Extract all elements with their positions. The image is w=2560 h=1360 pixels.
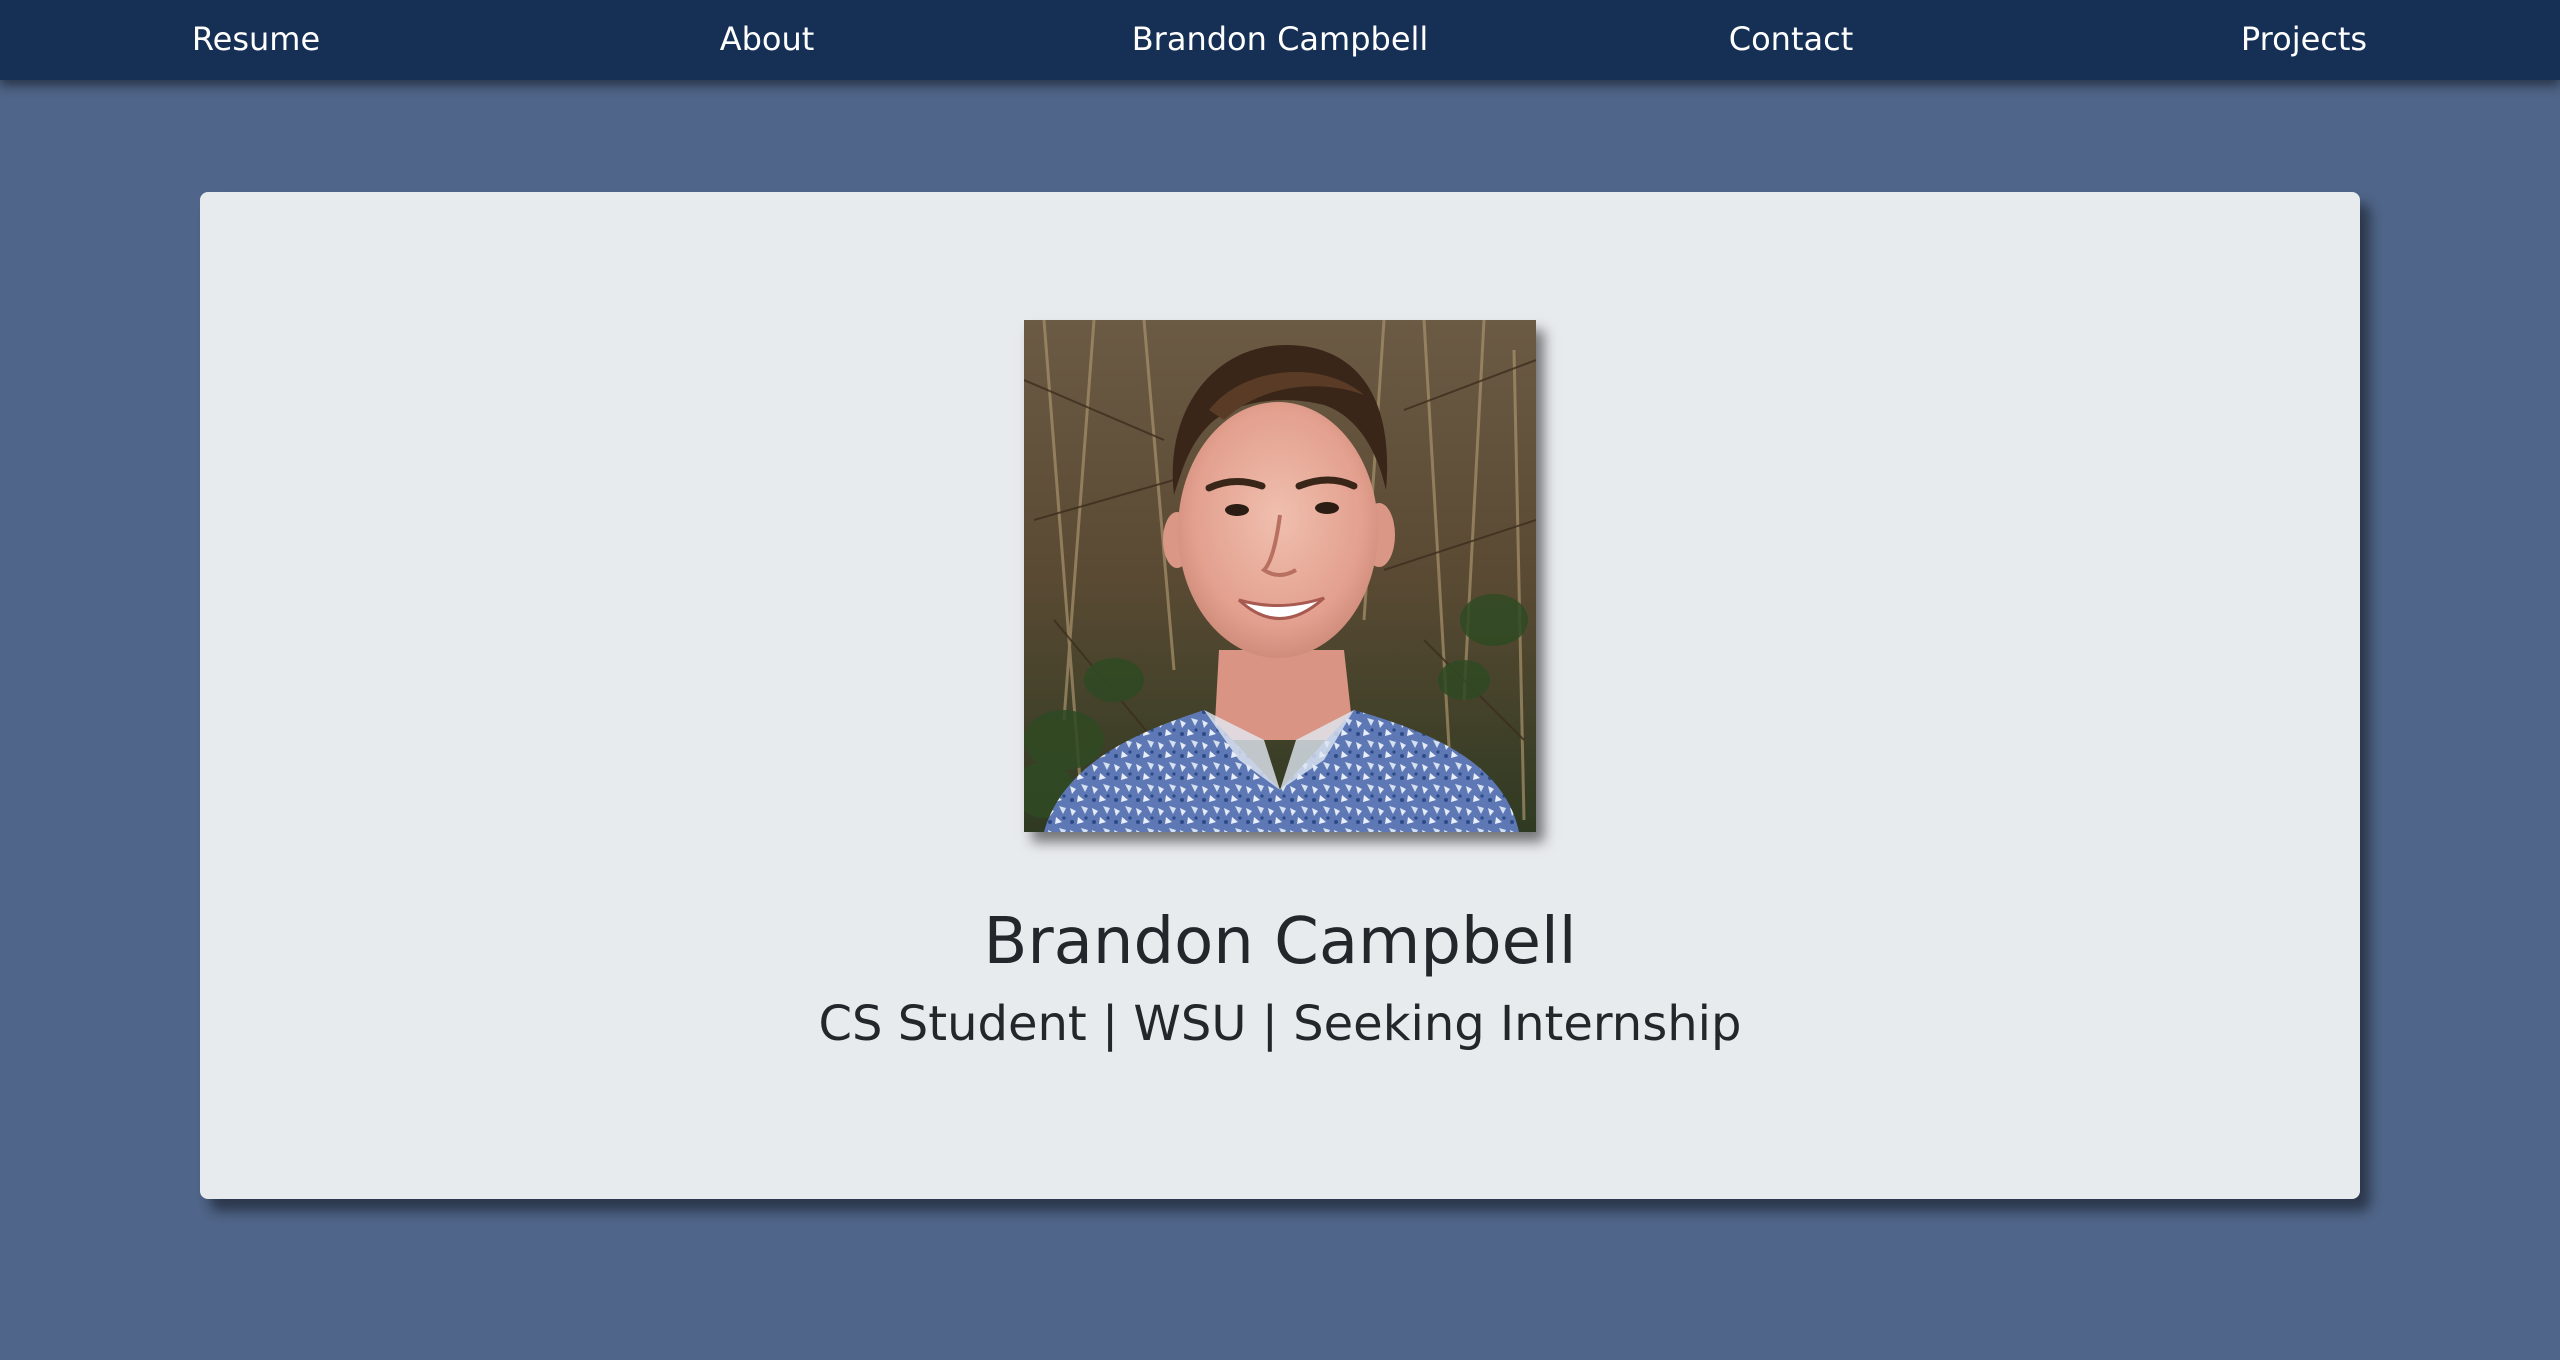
nav-link-about[interactable]: About	[720, 0, 815, 78]
profile-name: Brandon Campbell	[983, 905, 1577, 979]
nav-link-projects[interactable]: Projects	[2241, 0, 2367, 78]
profile-photo	[1024, 320, 1536, 832]
nav-link-resume[interactable]: Resume	[192, 0, 320, 78]
profile-card: Brandon Campbell CS Student | WSU | Seek…	[200, 192, 2360, 1199]
profile-tagline: CS Student | WSU | Seeking Internship	[818, 996, 1742, 1052]
top-navbar: Resume About Brandon Campbell Contact Pr…	[0, 0, 2560, 80]
nav-link-contact[interactable]: Contact	[1729, 0, 1854, 78]
nav-link-home[interactable]: Brandon Campbell	[1132, 0, 1429, 78]
